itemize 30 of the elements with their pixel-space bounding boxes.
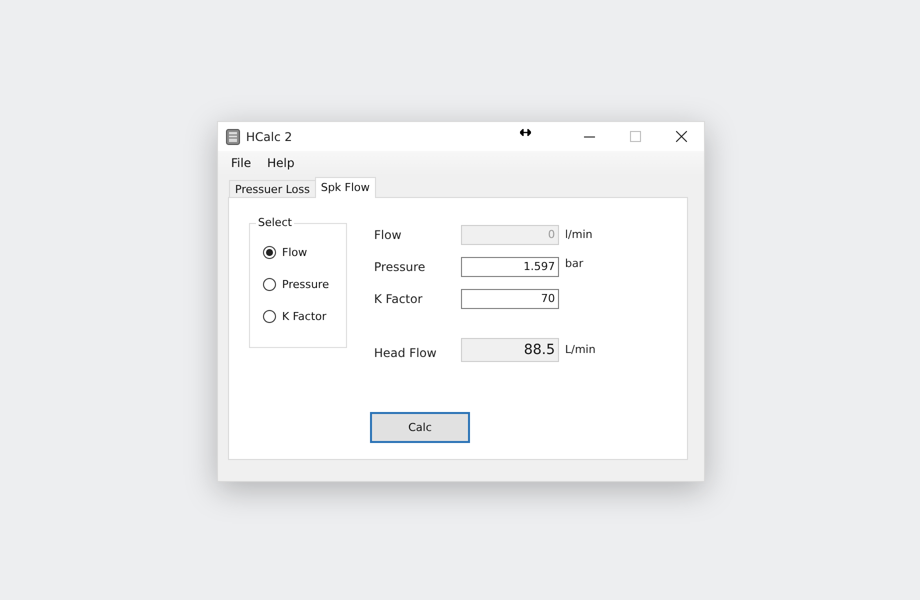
group-title: Select <box>256 216 294 229</box>
input-field[interactable]: 70 <box>461 288 559 309</box>
radio-button[interactable] <box>263 246 276 260</box>
calculator-icon <box>226 128 240 144</box>
input-field[interactable]: 1.597 <box>461 256 559 277</box>
radio-label: Pressure <box>282 278 329 292</box>
window-title: HCalc 2 <box>246 130 292 144</box>
resize-cursor-icon <box>520 129 531 136</box>
calc-button[interactable]: Calc <box>370 412 470 443</box>
unit-label: L/min <box>565 343 596 356</box>
menu-item[interactable]: Help <box>260 156 302 170</box>
field-label: Head Flow <box>374 346 438 360</box>
radio-label: K Factor <box>282 310 326 324</box>
field-label: Pressure <box>374 260 426 274</box>
radio-button[interactable] <box>263 278 276 292</box>
input-field[interactable]: 88.5 <box>461 338 559 362</box>
maximize-icon <box>630 131 640 142</box>
field-label: Flow <box>374 228 402 242</box>
radio-label: Flow <box>282 246 308 260</box>
radio-option[interactable]: K Factor <box>263 306 346 327</box>
tab[interactable]: Pressuer Loss <box>229 180 316 198</box>
unit-label: l/min <box>565 228 593 242</box>
menu-item[interactable]: File <box>224 156 258 170</box>
close-icon <box>676 131 686 142</box>
tab[interactable]: Spk Flow <box>314 176 376 198</box>
unit-label: bar <box>565 256 584 270</box>
field-label: K Factor <box>374 292 424 306</box>
radio-option[interactable]: Flow <box>263 242 346 263</box>
radio-option[interactable]: Pressure <box>263 274 346 295</box>
radio-button[interactable] <box>263 310 276 324</box>
